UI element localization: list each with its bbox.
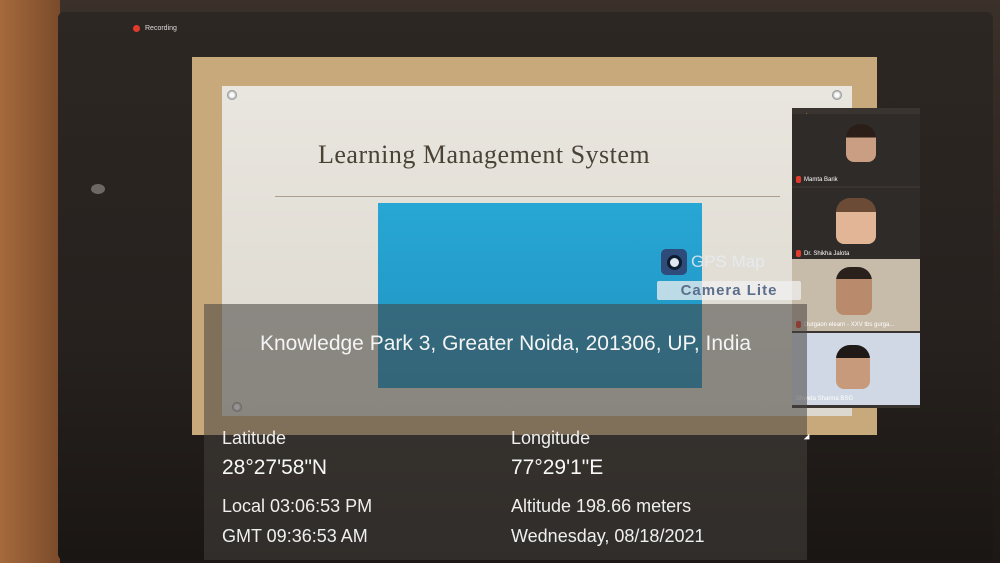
gps-app-logo: GPS Map	[661, 249, 765, 275]
latitude-value: 28°27'58"N	[222, 456, 328, 479]
altitude: Altitude 198.66 meters	[511, 496, 692, 516]
slide-title: Learning Management System	[318, 140, 651, 169]
date: Wednesday, 08/18/2021	[511, 526, 705, 546]
record-dot-icon	[133, 25, 140, 32]
photo-frame: Recording Learning Management System ✋ M…	[0, 0, 1000, 563]
participant-tile[interactable]: Mamta Barik	[792, 114, 920, 186]
participant-video	[836, 267, 872, 315]
reflection-spot	[91, 184, 105, 194]
mic-muted-icon	[796, 250, 801, 257]
gmt-time: GMT 09:36:53 AM	[222, 526, 368, 546]
participant-name: Durgaon elearn - XXV tbs gurga...	[804, 322, 895, 328]
participant-name: Mamta Barik	[804, 177, 838, 183]
participant-video	[836, 345, 870, 389]
local-time: Local 03:06:53 PM	[222, 496, 373, 516]
participant-video	[846, 124, 876, 162]
participant-name: Dr. Shikha Jalota	[804, 251, 850, 257]
camera-lens-icon	[661, 249, 687, 275]
participant-tile[interactable]: Shweta Sharma BSG	[792, 333, 920, 405]
slide-divider	[275, 196, 780, 197]
recording-label: Recording	[145, 25, 177, 32]
screw-icon	[227, 90, 237, 100]
longitude-value: 77°29'1"E	[511, 456, 604, 479]
screw-icon	[832, 90, 842, 100]
participant-tile[interactable]: Durgaon elearn - XXV tbs gurga...	[792, 259, 920, 331]
participant-video	[836, 198, 876, 244]
gps-app-badge: Camera Lite	[657, 281, 801, 300]
latitude-label: Latitude	[222, 428, 287, 448]
wall-background	[0, 0, 60, 563]
location-address: Knowledge Park 3, Greater Noida, 201306,…	[259, 332, 752, 355]
recording-indicator: Recording	[133, 25, 177, 32]
participant-tile[interactable]: Dr. Shikha Jalota	[792, 188, 920, 260]
mic-muted-icon	[796, 176, 801, 183]
longitude-label: Longitude	[511, 428, 591, 448]
gps-app-name: GPS Map	[691, 252, 765, 271]
